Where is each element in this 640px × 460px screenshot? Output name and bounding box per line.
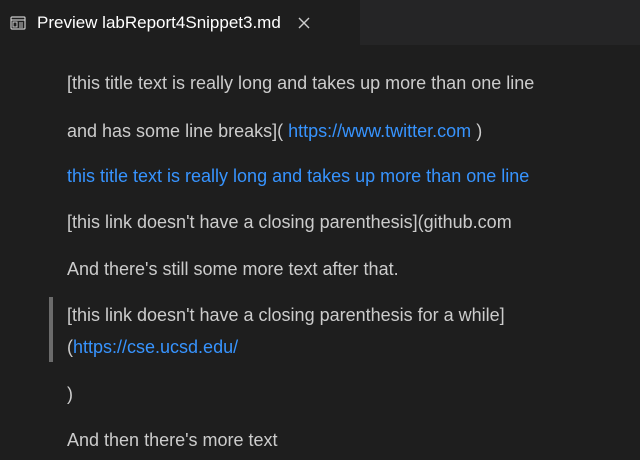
paragraph-line: And there's still some more text after t… — [67, 259, 399, 279]
paragraph-text: and has some line breaks]( — [67, 121, 289, 141]
blockquote-bar — [49, 297, 53, 362]
tab-preview[interactable]: Preview labReport4Snippet3.md — [0, 0, 360, 45]
tab-bar: Preview labReport4Snippet3.md — [0, 0, 640, 45]
paragraph-line: [this link doesn't have a closing parent… — [67, 212, 512, 232]
close-icon[interactable] — [295, 14, 313, 32]
editor-window: Preview labReport4Snippet3.md [this titl… — [0, 0, 640, 460]
blockquote-line: [this link doesn't have a closing parent… — [67, 305, 505, 325]
markdown-preview: [this title text is really long and take… — [0, 45, 640, 460]
paragraph-line: ) — [67, 384, 73, 404]
title-link[interactable]: this title text is really long and takes… — [67, 165, 529, 187]
tab-title: Preview labReport4Snippet3.md — [37, 12, 281, 32]
paragraph-line: [this title text is really long and take… — [67, 73, 535, 93]
twitter-link[interactable]: https://www.twitter.com — [288, 121, 471, 141]
paragraph-line: and has some line breaks]( https://www.t… — [67, 120, 482, 142]
blockquote-line: (https://cse.ucsd.edu/ — [67, 336, 238, 358]
ucsd-link[interactable]: https://cse.ucsd.edu/ — [73, 337, 238, 357]
preview-icon — [9, 14, 27, 32]
paragraph-line: And then there's more text — [67, 430, 278, 450]
paragraph-text: ) — [471, 121, 483, 141]
